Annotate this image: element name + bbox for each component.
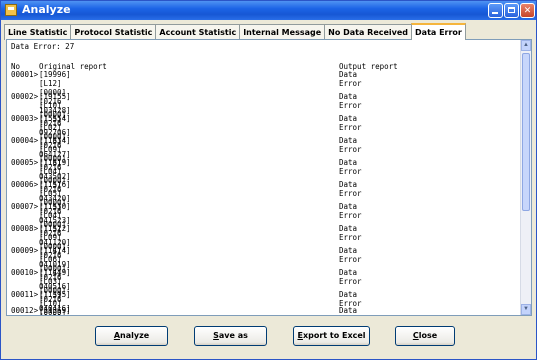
tab-account-statistic[interactable]: Account Statistic: [155, 24, 241, 40]
output-report: Data Error: [339, 268, 362, 286]
output-report: Data Error: [339, 158, 362, 176]
tab-line-statistic[interactable]: Line Statistic: [4, 24, 72, 40]
maximize-button[interactable]: [504, 3, 519, 18]
report-panel: Data Error: 27 No Original report Output…: [6, 39, 532, 316]
close-button[interactable]: Close: [395, 326, 455, 346]
tab-data-error[interactable]: Data Error: [411, 23, 466, 40]
output-report: Data Error: [339, 114, 362, 132]
row-number: 00009>: [11, 246, 39, 255]
tab-strip: Line Statistic Protocol Statistic Accoun…: [4, 23, 466, 40]
close-window-button[interactable]: [520, 3, 535, 18]
row-number: 00011>: [11, 290, 39, 299]
output-report: Data Error: [339, 306, 358, 315]
app-icon: [5, 4, 17, 16]
analyze-window: Analyze Line Statistic Protocol Statisti…: [0, 0, 537, 360]
row-number: 00001>: [11, 70, 39, 79]
row-number: 00005>: [11, 158, 39, 167]
vertical-scrollbar[interactable]: ▲ ▼: [520, 40, 531, 315]
output-report: Data Error: [339, 180, 362, 198]
scroll-down-icon[interactable]: ▼: [521, 304, 531, 315]
row-number: 00007>: [11, 202, 39, 211]
output-report: Data Error: [339, 136, 362, 154]
row-number: 00008>: [11, 224, 39, 233]
row-number: 00004>: [11, 136, 39, 145]
scroll-thumb[interactable]: [522, 53, 530, 211]
output-report: Data Error: [339, 92, 362, 110]
tab-protocol-statistic[interactable]: Protocol Statistic: [70, 24, 157, 40]
original-report: [11369] [L03] [0000] [0216 040014] [] 51: [39, 306, 71, 315]
save-as-button[interactable]: Save as: [194, 326, 267, 346]
output-report: Data Error: [339, 246, 362, 264]
tab-no-data-received[interactable]: No Data Received: [324, 24, 413, 40]
row-number: 00010>: [11, 268, 39, 277]
scroll-up-icon[interactable]: ▲: [521, 40, 531, 51]
error-count: Data Error: 27: [11, 42, 75, 51]
export-to-excel-button[interactable]: Export to Excel: [293, 326, 370, 346]
row-number: 00012>: [11, 306, 39, 315]
window-title: Analyze: [22, 3, 71, 16]
analyze-button[interactable]: Analyze: [95, 326, 168, 346]
row-number: 00003>: [11, 114, 39, 123]
row-number: 00002>: [11, 92, 39, 101]
title-bar[interactable]: Analyze: [1, 1, 536, 20]
tab-internal-message[interactable]: Internal Message: [239, 24, 326, 40]
report-text-area[interactable]: Data Error: 27 No Original report Output…: [9, 40, 519, 315]
minimize-button[interactable]: [488, 3, 503, 18]
output-report: Data Error: [339, 224, 362, 242]
output-report: Data Error: [339, 70, 362, 88]
output-report: Data Error: [339, 202, 362, 220]
row-number: 00006>: [11, 180, 39, 189]
